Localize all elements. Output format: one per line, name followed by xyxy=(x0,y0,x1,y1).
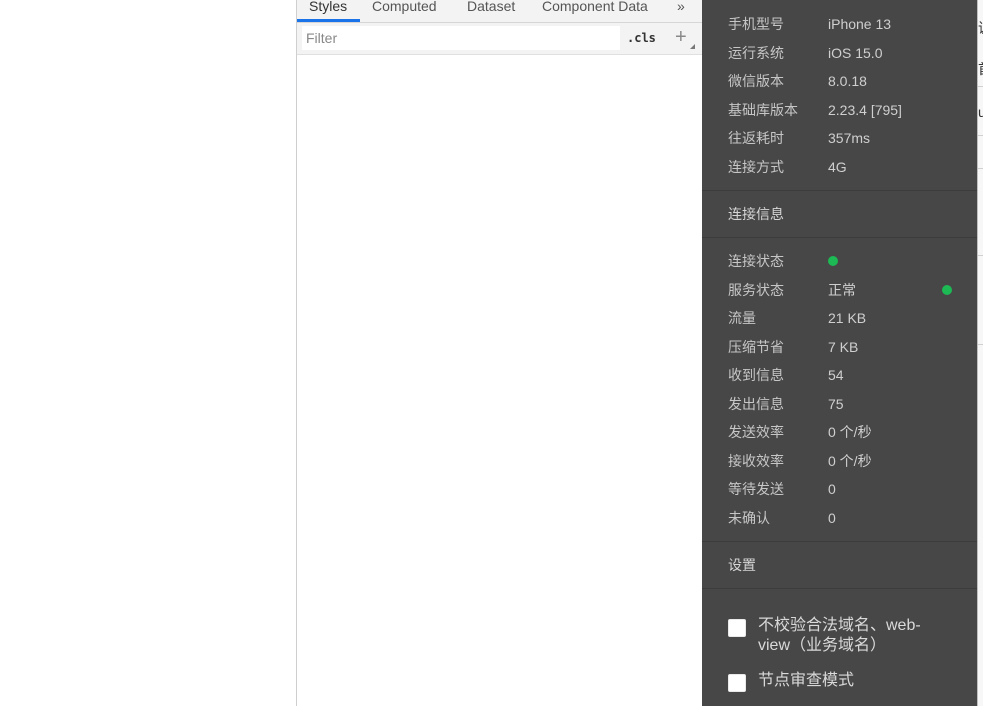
edge-text: 首 xyxy=(978,59,983,79)
connection-row: 连接状态 xyxy=(728,251,968,271)
divider xyxy=(702,190,977,191)
device-row: 微信版本 8.0.18 xyxy=(728,71,968,91)
edge-divider xyxy=(978,86,983,87)
debug-info-panel: 手机型号 iPhone 13 运行系统 iOS 15.0 微信版本 8.0.18 基础库版本… xyxy=(702,0,977,706)
connection-value: 7 KB xyxy=(828,338,859,355)
edge-divider xyxy=(978,344,983,345)
connection-status-dot-icon xyxy=(828,256,838,266)
connection-value: 21 KB xyxy=(828,310,867,326)
edge-divider xyxy=(978,135,983,136)
edge-divider xyxy=(978,255,983,256)
device-value: 8.0.18 xyxy=(828,73,867,89)
connection-value: 0 xyxy=(828,481,836,497)
devtools-tabbar: Styles Computed Dataset Component Data » xyxy=(297,0,703,23)
connection-row: 压缩节省 7 KB xyxy=(728,337,968,357)
connection-label: 服务状态 xyxy=(728,281,784,298)
device-row: 运行系统 iOS 15.0 xyxy=(728,43,968,63)
connection-label: 压缩节省 xyxy=(728,338,784,355)
device-row: 基础库版本 2.23.4 [795] xyxy=(728,100,968,120)
background-window-edge: 调 首 u xyxy=(977,0,983,706)
tab-dataset[interactable]: Dataset xyxy=(467,0,515,16)
connection-value: 0 个/秒 xyxy=(828,424,872,440)
divider xyxy=(702,541,977,542)
resize-corner-icon xyxy=(690,44,695,49)
connection-row: 发送效率 0 个/秒 xyxy=(728,422,968,442)
cls-button[interactable]: .cls xyxy=(627,31,656,45)
connection-label: 发送效率 xyxy=(728,424,784,440)
skip-domain-check-label: 不校验合法域名、web-view（业务域名） xyxy=(758,617,921,654)
connection-section-title: 连接信息 xyxy=(728,206,784,222)
connection-value: 0 个/秒 xyxy=(828,452,872,469)
node-inspect-checkbox[interactable] xyxy=(728,674,746,692)
divider xyxy=(702,588,977,589)
connection-label: 连接状态 xyxy=(728,253,784,269)
device-row: 连接方式 4G xyxy=(728,157,968,177)
connection-label: 流量 xyxy=(728,310,756,326)
device-row: 往返耗时 357ms xyxy=(728,128,968,148)
active-tab-indicator xyxy=(297,19,360,22)
device-row: 手机型号 iPhone 13 xyxy=(728,14,968,34)
device-label: 往返耗时 xyxy=(728,130,784,146)
edge-text: u xyxy=(978,104,983,120)
edge-text: 调 xyxy=(978,18,983,38)
connection-label: 接收效率 xyxy=(728,452,784,469)
device-value: iPhone 13 xyxy=(828,16,892,32)
device-label: 连接方式 xyxy=(728,158,784,175)
connection-row: 接收效率 0 个/秒 xyxy=(728,451,968,471)
connection-value: 54 xyxy=(828,367,844,383)
device-label: 微信版本 xyxy=(728,73,784,89)
connection-label: 未确认 xyxy=(728,509,770,526)
connection-row: 收到信息 54 xyxy=(728,365,968,385)
tab-styles[interactable]: Styles xyxy=(309,0,347,16)
device-label: 基础库版本 xyxy=(728,101,798,118)
edge-divider xyxy=(978,168,983,169)
device-label: 手机型号 xyxy=(728,16,784,32)
connection-row: 未确认 0 xyxy=(728,508,968,528)
connection-label: 收到信息 xyxy=(728,367,784,383)
device-label: 运行系统 xyxy=(728,44,784,61)
connection-row: 发出信息 75 xyxy=(728,394,968,414)
connection-value: 正常 xyxy=(828,281,856,298)
connection-value: 75 xyxy=(828,395,844,412)
service-status-dot-icon xyxy=(942,285,952,295)
connection-row: 服务状态 正常 xyxy=(728,280,968,300)
settings-section-title: 设置 xyxy=(728,557,756,573)
add-rule-icon[interactable]: + xyxy=(675,25,687,49)
connection-label: 等待发送 xyxy=(728,481,784,497)
connection-row: 流量 21 KB xyxy=(728,308,968,328)
filter-input[interactable] xyxy=(302,26,620,50)
device-value: 2.23.4 [795] xyxy=(828,101,902,118)
tab-computed[interactable]: Computed xyxy=(372,0,437,16)
device-value: 4G xyxy=(828,158,847,175)
connection-row: 等待发送 0 xyxy=(728,479,968,499)
device-value: iOS 15.0 xyxy=(828,44,883,61)
connection-label: 发出信息 xyxy=(728,395,784,412)
tab-component-data[interactable]: Component Data xyxy=(542,0,648,16)
device-value: 357ms xyxy=(828,130,871,146)
node-inspect-label: 节点审查模式 xyxy=(758,672,855,689)
devtools-panel: Styles Computed Dataset Component Data »… xyxy=(296,0,703,706)
more-tabs-icon[interactable]: » xyxy=(677,0,685,16)
divider xyxy=(702,237,977,238)
connection-value: 0 xyxy=(828,509,836,526)
skip-domain-check-checkbox[interactable] xyxy=(728,619,746,637)
filter-bar: .cls + xyxy=(297,23,703,55)
